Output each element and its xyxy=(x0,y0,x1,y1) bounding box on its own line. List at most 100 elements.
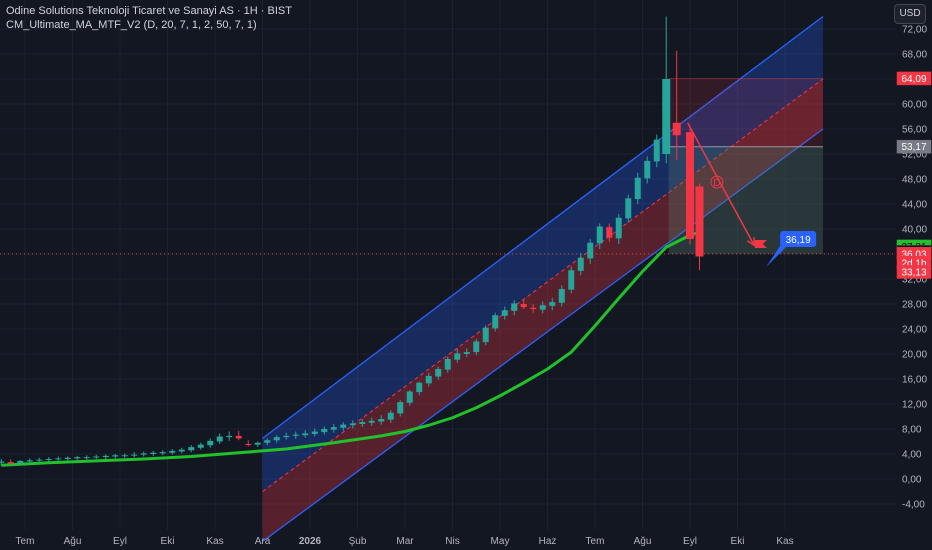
y-tick-label: 20,00 xyxy=(902,350,927,361)
y-tick-label: 44,00 xyxy=(902,200,927,211)
y-tick-label: 40,00 xyxy=(902,225,927,236)
price-label-text: 53,17 xyxy=(901,142,926,153)
candle-body xyxy=(615,217,622,239)
x-tick-label: Haz xyxy=(539,536,557,547)
candle-body xyxy=(596,226,603,244)
candle-body xyxy=(254,442,261,445)
candle-body xyxy=(55,458,62,460)
y-tick-label: 72,00 xyxy=(902,25,927,36)
candle-body xyxy=(178,449,185,452)
x-tick-label: Tem xyxy=(16,536,35,547)
y-tick-label: 56,00 xyxy=(902,125,927,136)
candle-body xyxy=(416,382,423,393)
x-tick-label: Ara xyxy=(255,536,271,547)
candle-body xyxy=(520,304,527,308)
candle-body xyxy=(131,454,138,456)
candle-body xyxy=(644,160,651,179)
chart-title: Odine Solutions Teknoloji Ticaret ve San… xyxy=(6,5,292,17)
candle-body xyxy=(530,307,537,309)
candle-body xyxy=(406,391,413,403)
candle-body xyxy=(216,436,223,442)
candle-body xyxy=(425,375,432,384)
x-tick-label: Eki xyxy=(731,536,745,547)
price-label-text: 33,13 xyxy=(901,267,926,278)
candle-body xyxy=(169,450,176,453)
x-tick-label: Eyl xyxy=(683,536,697,547)
candle-body xyxy=(188,447,195,451)
candle-body xyxy=(549,302,556,306)
candle-body xyxy=(0,461,5,463)
candle-body xyxy=(511,303,518,311)
candle-body xyxy=(64,457,71,459)
candle-body xyxy=(359,422,366,424)
x-tick-label: Tem xyxy=(586,536,605,547)
candle-body xyxy=(558,289,565,303)
candle-body xyxy=(454,353,461,360)
x-tick-label: Kas xyxy=(776,536,793,547)
candle-body xyxy=(444,359,451,370)
candle-body xyxy=(501,310,508,316)
candle-body xyxy=(330,427,337,430)
price-label: 53,17 xyxy=(896,139,932,154)
candle[interactable] xyxy=(686,125,694,245)
price-label: 64,09 xyxy=(896,71,932,86)
candle-body xyxy=(634,177,641,199)
candle-body xyxy=(653,139,660,162)
candle-body xyxy=(159,452,166,454)
candle-body xyxy=(26,460,33,462)
forecast-label: D xyxy=(713,178,720,189)
candle-body xyxy=(235,435,242,439)
candle-body xyxy=(273,437,280,441)
y-tick-label: 28,00 xyxy=(902,300,927,311)
x-tick-label: Kas xyxy=(206,536,223,547)
candle-body xyxy=(121,455,128,457)
candle-body xyxy=(102,455,109,458)
price-label-text: 64,09 xyxy=(901,74,926,85)
y-tick-label: 12,00 xyxy=(902,400,927,411)
price-label: 33,13 xyxy=(896,265,932,279)
price-chart[interactable]: D36,19 72,0068,0064,0060,0056,0052,0048,… xyxy=(0,0,932,550)
candle-body xyxy=(207,440,214,446)
callout-text: 36,19 xyxy=(786,235,811,246)
indicator-legend[interactable]: CM_Ultimate_MA_MTF_V2 (D, 20, 7, 1, 2, 5… xyxy=(6,19,257,31)
candle-body xyxy=(587,242,594,259)
candle-body xyxy=(245,444,252,445)
candle-body xyxy=(36,459,43,461)
candle-body xyxy=(197,444,204,448)
candle-body xyxy=(539,305,546,310)
candle-body xyxy=(378,419,385,422)
candle-body xyxy=(150,452,157,454)
candle-body xyxy=(83,457,90,459)
candle-body xyxy=(463,352,470,354)
currency-button[interactable]: USD xyxy=(894,4,926,24)
candle-body xyxy=(473,341,480,353)
candle-body xyxy=(672,122,681,136)
candle-body xyxy=(662,79,671,154)
candle-body xyxy=(283,435,290,438)
candle-body xyxy=(311,431,318,434)
x-tick-label: Ağu xyxy=(634,536,652,547)
candle-body xyxy=(226,435,233,438)
candle-body xyxy=(340,424,347,428)
y-tick-label: 16,00 xyxy=(902,375,927,386)
candle-body xyxy=(397,402,404,414)
y-tick-label: 48,00 xyxy=(902,175,927,186)
candle-body xyxy=(387,412,394,420)
candle-body xyxy=(435,369,442,377)
x-tick-label: 2026 xyxy=(299,536,322,547)
candle-body xyxy=(492,315,499,329)
candle[interactable] xyxy=(568,266,575,294)
candle-body xyxy=(606,227,613,238)
candle-body xyxy=(321,429,328,433)
y-tick-label: 24,00 xyxy=(902,325,927,336)
candle-body xyxy=(302,433,309,436)
candle-body xyxy=(695,186,704,257)
x-tick-label: Mar xyxy=(396,536,414,547)
candle-body xyxy=(568,270,575,290)
y-tick-label: 60,00 xyxy=(902,100,927,111)
candle-body xyxy=(686,132,694,239)
candle-body xyxy=(577,257,584,271)
candle-body xyxy=(264,440,271,443)
candle-body xyxy=(17,460,24,464)
y-tick-label: -4,00 xyxy=(902,500,925,511)
